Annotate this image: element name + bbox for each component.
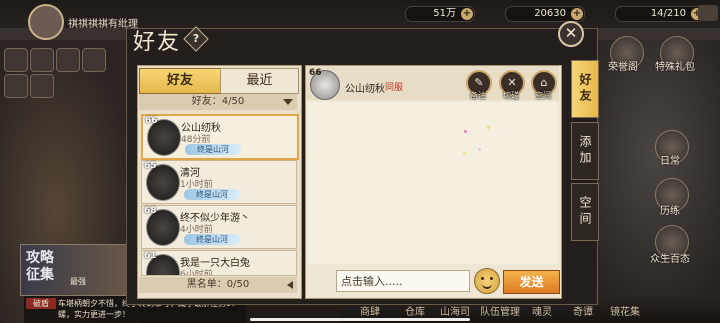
friend-level: 68 — [144, 206, 157, 216]
promo-title: 攻略 征集 — [26, 250, 54, 284]
side-icon-2[interactable] — [30, 48, 54, 72]
space-label: 空间 — [535, 91, 551, 100]
friend-item[interactable]: 61 我是一只大白兔 6小时前 — [141, 250, 297, 276]
friend-item[interactable]: 66 公山纫秋 48分前 终是山河 — [141, 114, 299, 160]
friend-badge: 终是山河 — [184, 234, 240, 245]
edit-note-label: 备注 — [470, 91, 486, 100]
training-label: 历练 — [660, 206, 680, 217]
player-avatar[interactable] — [28, 4, 64, 40]
side-icon-5[interactable] — [4, 74, 28, 98]
gift-label: 特殊礼包 — [655, 62, 695, 73]
side-icon-4[interactable] — [82, 48, 106, 72]
sparkle-decoration — [487, 126, 490, 129]
spar-label: 切磋 — [503, 91, 519, 100]
side-tab-add[interactable]: 添加 — [571, 122, 599, 180]
nav-shop[interactable]: 商肆 — [360, 303, 380, 318]
pavilion-icon: ⌂ — [540, 76, 548, 89]
nav-team[interactable]: 队伍管理 — [480, 303, 520, 318]
friend-badge: 终是山河 — [184, 189, 240, 200]
message-input[interactable]: 点击输入..... — [336, 270, 470, 292]
chevron-left-icon — [287, 281, 293, 289]
resource-counter-3: 14/210 + — [615, 6, 705, 22]
add-resource-1-button[interactable]: + — [461, 8, 473, 20]
crossed-swords-icon: ✕ — [507, 76, 517, 89]
friend-last-online: 6小时前 — [180, 270, 213, 276]
honor-label: 荣誉阁 — [608, 62, 638, 73]
sparkle-decoration — [478, 148, 481, 151]
promo-title-line1: 攻略 — [26, 250, 54, 266]
friend-item[interactable]: 68 终不似少年游丶 4小时前 终是山河 — [141, 205, 297, 249]
resource-value-1: 51万 — [433, 8, 456, 19]
friend-count[interactable]: 好友：4/50 — [139, 94, 297, 110]
pencil-icon: ✎ — [474, 76, 484, 89]
emoji-icon[interactable] — [474, 268, 500, 294]
friend-item[interactable]: 65 清河 1小时前 终是山河 — [141, 160, 297, 204]
news-tag: 破盾 — [26, 298, 56, 309]
home-indicator[interactable] — [250, 318, 470, 321]
resource-value-3: 14/210 — [650, 8, 686, 19]
world-label: 众生百态 — [650, 254, 690, 265]
sparkle-decoration — [463, 152, 466, 155]
mail-icon[interactable] — [698, 5, 718, 21]
chat-messages — [308, 102, 557, 264]
sparkle-decoration — [464, 130, 467, 133]
chat-level: 66 — [309, 68, 322, 78]
chat-name: 公山纫秋 — [345, 84, 385, 95]
tab-recent[interactable]: 最近 — [220, 68, 299, 94]
server-tag: 同服 — [385, 83, 404, 93]
tab-friends[interactable]: 好友 — [139, 68, 221, 94]
friend-badge: 终是山河 — [185, 144, 241, 155]
daily-label: 日常 — [660, 156, 680, 167]
resource-value-2: 20630 — [534, 8, 566, 19]
side-icon-6[interactable] — [30, 74, 54, 98]
nav-warehouse[interactable]: 仓库 — [405, 303, 425, 318]
chevron-down-icon — [283, 99, 293, 105]
friend-level: 66 — [145, 116, 158, 126]
send-button[interactable]: 发送 — [503, 270, 560, 294]
blacklist-label: 黑名单：0/50 — [186, 279, 250, 290]
side-tab-friends[interactable]: 好友 — [571, 60, 599, 118]
dialog-title: 好友 — [133, 30, 182, 55]
promo-title-line2: 征集 — [26, 267, 54, 283]
promo-subtitle: 最强 — [70, 277, 86, 286]
resource-counter-2: 20630 + — [505, 6, 585, 22]
close-button[interactable]: ✕ — [558, 21, 584, 47]
blacklist-bar[interactable]: 黑名单：0/50 — [139, 277, 297, 293]
nav-mirror[interactable]: 镜花集 — [610, 303, 640, 318]
side-tab-space[interactable]: 空间 — [571, 183, 599, 241]
help-glyph: ? — [192, 32, 200, 45]
add-resource-2-button[interactable]: + — [571, 8, 583, 20]
resource-counter-1: 51万 + — [405, 6, 475, 22]
friend-level: 65 — [144, 161, 157, 171]
friend-level: 61 — [144, 251, 157, 261]
nav-soul[interactable]: 魂灵 — [532, 303, 552, 318]
side-icon-1[interactable] — [4, 48, 28, 72]
side-icon-3[interactable] — [56, 48, 80, 72]
nav-tales[interactable]: 奇谭 — [573, 303, 593, 318]
nav-shanhai[interactable]: 山海司 — [440, 303, 470, 318]
friend-count-label: 好友：4/50 — [191, 96, 245, 107]
